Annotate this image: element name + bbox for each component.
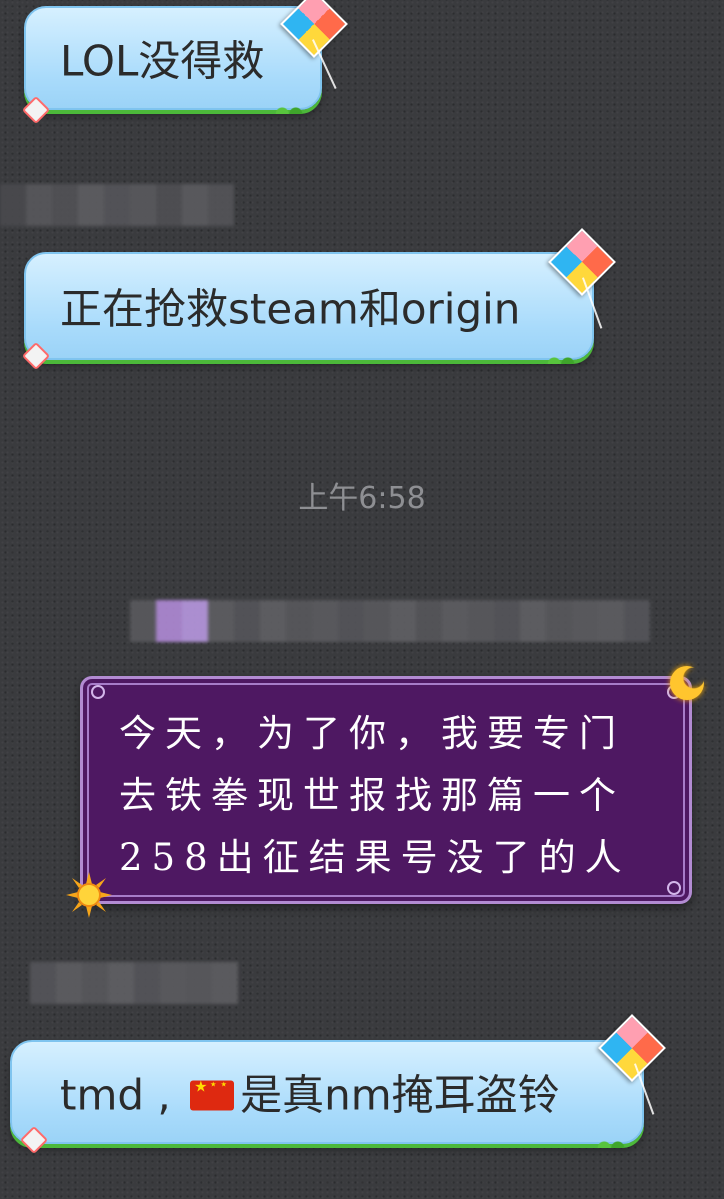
blurred-sender-name (0, 184, 234, 226)
message-text-4-part-2: 是真nm掩耳盗铃 (240, 1070, 560, 1120)
chat-screen: LOL没得救 正在抢救steam和origin 上午6:58 今天，为了你，我要… (0, 0, 724, 1199)
message-timestamp: 上午6:58 (298, 481, 426, 516)
message-text-1: LOL没得救 (60, 36, 265, 86)
message-bubble-1[interactable]: LOL没得救 (24, 6, 322, 114)
grass-decoration (544, 354, 578, 364)
grass-decoration (594, 1138, 628, 1148)
bubble-ornament (91, 685, 105, 699)
blurred-sender-name (30, 962, 238, 1004)
message-bubble-4[interactable]: tmd , 是真nm掩耳盗铃 (10, 1040, 644, 1148)
message-text-4: tmd , 是真nm掩耳盗铃 (60, 1062, 560, 1123)
sun-icon (66, 872, 112, 918)
message-text-3-line-1: 今天，为了你，我要专门 (119, 712, 625, 755)
bubble-ornament (667, 881, 681, 895)
message-text-2: 正在抢救steam和origin (60, 284, 521, 334)
message-text-3-line-3: 258出征结果号没了的人 (119, 836, 631, 879)
message-bubble-2[interactable]: 正在抢救steam和origin (24, 252, 594, 364)
message-text-4-part-1: tmd , (60, 1070, 185, 1120)
grass-decoration (272, 104, 306, 114)
moon-icon (670, 666, 704, 700)
message-text-3-line-2: 去铁拳现世报找那篇一个 (119, 774, 625, 817)
china-flag-icon (190, 1077, 235, 1110)
blurred-sender-name (130, 600, 650, 642)
message-bubble-3[interactable]: 今天，为了你，我要专门 去铁拳现世报找那篇一个 258出征结果号没了的人 (80, 676, 692, 904)
